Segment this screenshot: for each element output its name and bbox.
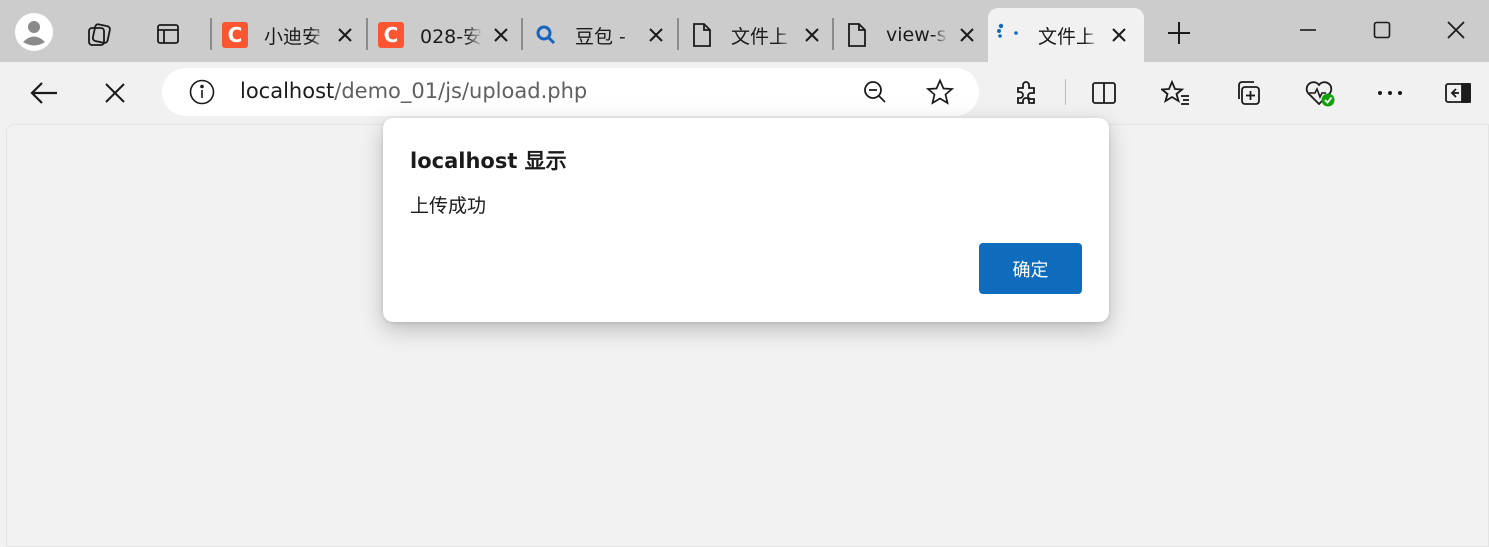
collections-icon — [1238, 81, 1260, 105]
tab-item[interactable]: 文件上 — [689, 8, 823, 62]
close-tab-button[interactable] — [490, 24, 512, 46]
maximize-button[interactable] — [1364, 12, 1400, 48]
csdn-icon: C — [378, 22, 404, 48]
close-icon — [649, 28, 663, 42]
close-window-button[interactable] — [1438, 12, 1474, 48]
zoom-out-icon — [864, 81, 886, 103]
tab-title: 文件上 — [1038, 25, 1096, 48]
collections-stack-icon — [88, 23, 111, 46]
tab-item[interactable]: C 小迪安 — [222, 8, 356, 62]
plus-icon — [1168, 22, 1190, 44]
tab-separator — [210, 18, 212, 50]
star-icon — [926, 78, 954, 105]
tab-item[interactable]: view-s — [844, 8, 978, 62]
tab-title: 文件上 — [731, 25, 789, 48]
close-icon — [494, 28, 508, 42]
back-button[interactable] — [26, 75, 62, 111]
sidebar-icon — [1445, 83, 1471, 103]
profile-avatar-button[interactable] — [15, 13, 53, 51]
vertical-tabs-button[interactable] — [152, 18, 184, 50]
collections-button[interactable] — [1230, 75, 1266, 111]
dialog-message: 上传成功 — [410, 195, 487, 217]
close-icon — [1112, 28, 1126, 42]
close-tab-button[interactable] — [1108, 24, 1130, 46]
csdn-icon: C — [222, 22, 248, 48]
close-tab-button[interactable] — [956, 24, 978, 46]
tab-title: 028-安 — [420, 25, 482, 48]
minimize-button[interactable] — [1290, 12, 1326, 48]
more-dots-icon — [1378, 91, 1402, 95]
close-tab-button[interactable] — [334, 24, 356, 46]
workspaces-button[interactable] — [83, 18, 115, 50]
maximize-icon — [1373, 21, 1391, 39]
tab-separator — [366, 18, 368, 50]
dialog-title: localhost 显示 — [410, 149, 567, 173]
stop-loading-button[interactable] — [97, 75, 133, 111]
tab-actions-icon — [157, 24, 179, 44]
address-bar[interactable]: localhost/demo_01/js/upload.php — [162, 68, 979, 116]
back-arrow-icon — [30, 82, 57, 104]
ok-button[interactable]: 确定 — [979, 243, 1082, 294]
url-text[interactable]: localhost/demo_01/js/upload.php — [240, 79, 587, 103]
minimize-icon — [1300, 29, 1316, 31]
csdn-logo: C — [222, 22, 248, 48]
tab-title: 小迪安 — [264, 25, 322, 48]
tab-separator — [521, 18, 523, 50]
new-tab-button[interactable] — [1163, 17, 1195, 49]
tab-title: 豆包 - — [575, 25, 626, 48]
browser-essentials-button[interactable] — [1302, 75, 1338, 111]
alert-dialog: localhost 显示 上传成功 确定 — [383, 118, 1109, 322]
close-window-icon — [1447, 21, 1465, 39]
split-screen-button[interactable] — [1086, 75, 1122, 111]
sidebar-toggle-button[interactable] — [1440, 75, 1476, 111]
url-path: /demo_01/js/upload.php — [334, 79, 588, 103]
extensions-button[interactable] — [1008, 75, 1044, 111]
close-tab-button[interactable] — [645, 24, 667, 46]
csdn-logo: C — [378, 22, 404, 48]
puzzle-icon — [1017, 81, 1035, 104]
add-favorite-button[interactable] — [922, 74, 958, 110]
tab-separator — [832, 18, 834, 50]
page-icon — [689, 22, 715, 48]
toolbar-separator — [1065, 79, 1066, 105]
close-icon — [338, 28, 352, 42]
favorites-button[interactable] — [1158, 75, 1194, 111]
close-icon — [805, 28, 819, 42]
split-screen-icon — [1092, 82, 1116, 104]
tab-item[interactable]: C 028-安 — [378, 8, 512, 62]
tab-separator — [677, 18, 679, 50]
tab-title: view-s — [886, 24, 947, 46]
zoom-button[interactable] — [857, 74, 893, 110]
heart-pulse-icon — [1305, 81, 1335, 107]
tab-item-active[interactable]: 文件上 — [988, 8, 1144, 62]
info-icon — [189, 79, 215, 105]
tab-strip: C 小迪安 C 028-安 豆包 - 文件上 view-s 文件上 — [0, 0, 1489, 62]
stop-icon — [105, 83, 125, 103]
profile-icon — [15, 13, 53, 51]
close-tab-button[interactable] — [801, 24, 823, 46]
favorites-star-icon — [1161, 79, 1189, 105]
site-info-button[interactable] — [184, 74, 220, 110]
page-icon — [844, 22, 870, 48]
more-menu-button[interactable] — [1372, 75, 1408, 111]
url-host: localhost — [240, 79, 335, 103]
close-icon — [960, 28, 974, 42]
search-icon — [533, 22, 559, 48]
loading-icon — [996, 22, 1022, 48]
tab-item[interactable]: 豆包 - — [533, 8, 667, 62]
